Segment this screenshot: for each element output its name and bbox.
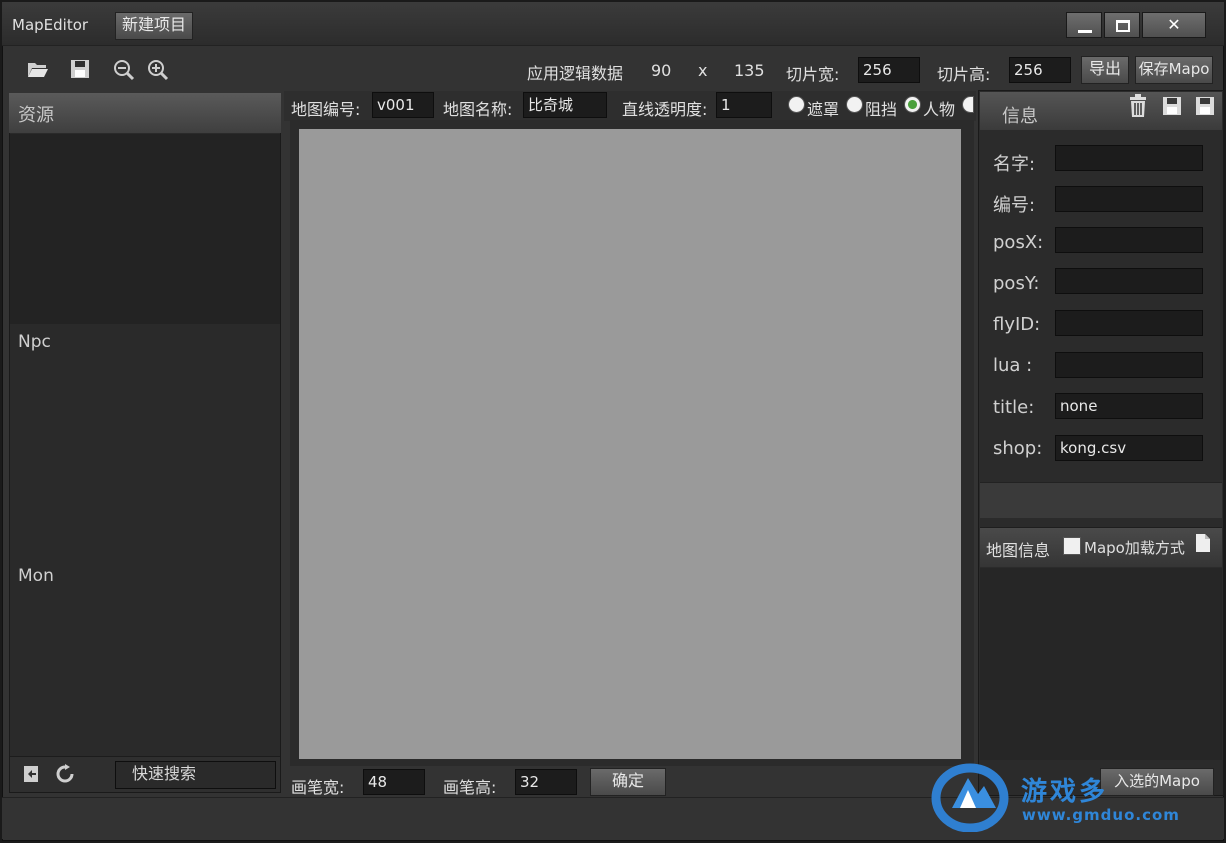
slice-width-label: 切片宽:	[786, 65, 840, 84]
prop-flyid-label: flyID:	[993, 314, 1041, 335]
prop-posx-label: posX:	[993, 232, 1044, 253]
logic-times-sign: x	[698, 61, 708, 80]
info-footer	[980, 482, 1222, 518]
prop-id-label: 编号:	[993, 195, 1036, 216]
map-info-title: 地图信息	[986, 541, 1051, 560]
logic-width-value: 90	[651, 61, 672, 80]
resources-header: 资源	[9, 93, 281, 133]
mapo-load-checkbox[interactable]	[1063, 537, 1081, 555]
zoom-out-icon[interactable]	[112, 59, 136, 81]
undo-icon[interactable]	[20, 764, 42, 786]
mapo-load-label: Mapo加载方式	[1084, 539, 1185, 557]
save-info-icon[interactable]	[1161, 96, 1183, 118]
prop-flyid-input[interactable]	[1055, 310, 1203, 336]
slice-height-input[interactable]: 256	[1009, 57, 1071, 83]
radio-mask-label: 遮罩	[807, 100, 840, 119]
radio-character[interactable]	[904, 96, 921, 113]
app-title: MapEditor	[12, 16, 89, 34]
map-name-label: 地图名称:	[443, 100, 513, 119]
quick-search-input[interactable]: 快速搜索	[115, 761, 276, 789]
watermark-logo-icon	[930, 760, 1012, 833]
save-icon[interactable]	[68, 59, 92, 81]
logic-data-label: 应用逻辑数据	[527, 64, 624, 83]
line-alpha-label: 直线透明度:	[622, 100, 708, 119]
line-alpha-input[interactable]: 1	[716, 92, 772, 118]
slice-width-input[interactable]: 256	[858, 57, 920, 83]
confirm-button[interactable]: 确定	[590, 768, 666, 796]
prop-posx-input[interactable]	[1055, 227, 1203, 253]
map-id-input[interactable]: v001	[372, 92, 434, 118]
save-as-icon[interactable]	[1194, 96, 1216, 118]
close-button[interactable]: ✕	[1142, 12, 1206, 38]
save-mapo-button[interactable]: 保存Mapo	[1135, 56, 1213, 84]
refresh-icon[interactable]	[54, 764, 76, 786]
radio-block-label: 阻挡	[865, 100, 898, 119]
map-canvas[interactable]	[299, 129, 961, 759]
npc-section-label[interactable]: Npc	[18, 332, 51, 352]
logic-height-value: 135	[734, 61, 765, 80]
import-mapo-button[interactable]: 入选的Mapo	[1100, 768, 1214, 796]
minimize-button[interactable]	[1066, 12, 1102, 38]
prop-posy-input[interactable]	[1055, 268, 1203, 294]
prop-title-label: title:	[993, 397, 1035, 418]
slice-height-label: 切片高:	[937, 65, 991, 84]
brush-height-input[interactable]: 32	[515, 769, 577, 795]
info-title: 信息	[1002, 106, 1038, 127]
prop-shop-label: shop:	[993, 438, 1043, 459]
brush-width-input[interactable]: 48	[363, 769, 425, 795]
resources-list[interactable]	[10, 134, 280, 324]
prop-shop-input[interactable]: kong.csv	[1055, 435, 1203, 461]
prop-id-input[interactable]	[1055, 186, 1203, 212]
prop-lua-label: lua :	[993, 355, 1033, 376]
radio-mask[interactable]	[788, 96, 805, 113]
radio-block[interactable]	[846, 96, 863, 113]
map-info-list[interactable]	[980, 568, 1222, 760]
prop-posy-label: posY:	[993, 273, 1040, 294]
prop-lua-input[interactable]	[1055, 352, 1203, 378]
watermark-url: www.gmduo.com	[1022, 806, 1180, 824]
map-id-label: 地图编号:	[291, 100, 361, 119]
radio-character-label: 人物	[923, 100, 956, 119]
map-name-input[interactable]: 比奇城	[523, 92, 607, 118]
export-button[interactable]: 导出	[1081, 56, 1129, 84]
radio-extra[interactable]	[962, 96, 974, 113]
mon-section-label[interactable]: Mon	[18, 566, 54, 586]
minimize-icon	[1078, 30, 1092, 33]
prop-name-label: 名字:	[993, 154, 1036, 175]
watermark-name: 游戏多	[1021, 777, 1109, 807]
prop-name-input[interactable]	[1055, 145, 1203, 171]
brush-height-label: 画笔高:	[443, 778, 497, 797]
maximize-button[interactable]	[1104, 12, 1140, 38]
info-header: 信息	[980, 92, 1222, 130]
prop-title-input[interactable]: none	[1055, 393, 1203, 419]
maximize-icon	[1116, 20, 1130, 32]
zoom-in-icon[interactable]	[146, 59, 170, 81]
trash-icon[interactable]	[1127, 94, 1149, 120]
file-icon[interactable]	[1194, 533, 1212, 555]
resources-title: 资源	[18, 105, 54, 126]
brush-width-label: 画笔宽:	[291, 778, 345, 797]
new-project-button[interactable]: 新建项目	[115, 12, 193, 40]
folder-open-icon[interactable]	[26, 59, 50, 81]
